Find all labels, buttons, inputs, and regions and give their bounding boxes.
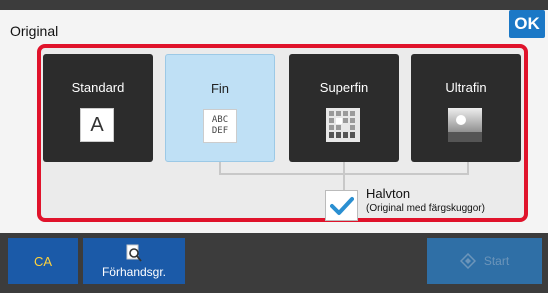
halftone-sublabel: (Original med färgskuggor): [366, 203, 485, 214]
image-grayscale-icon: [448, 108, 482, 142]
preview-label: Förhandsgr.: [101, 265, 167, 279]
connector-line: [343, 173, 345, 190]
ca-button[interactable]: CA: [8, 238, 78, 284]
letter-a-icon: A: [80, 108, 114, 142]
option-superfin[interactable]: Superfin: [289, 54, 399, 162]
option-label: Superfin: [319, 80, 369, 95]
checkmark-icon: [329, 196, 354, 215]
image-grid-icon: [326, 108, 360, 142]
preview-magnifier-icon: [126, 244, 142, 262]
option-label: Fin: [210, 81, 230, 96]
ok-button[interactable]: OK: [509, 10, 545, 38]
icon-text-line: ABC: [211, 115, 229, 125]
option-fin[interactable]: Fin ABC DEF: [165, 54, 275, 162]
start-label: Start: [483, 254, 510, 268]
start-icon: [459, 253, 476, 269]
start-button[interactable]: Start: [427, 238, 542, 284]
option-ultrafin[interactable]: Ultrafin: [411, 54, 521, 162]
halftone-label: Halvton: [366, 186, 411, 201]
preview-button[interactable]: Förhandsgr.: [83, 238, 185, 284]
page-title: Original: [10, 23, 59, 39]
option-standard[interactable]: Standard A: [43, 54, 153, 162]
halftone-checkbox[interactable]: [325, 190, 358, 221]
option-label: Standard: [71, 80, 125, 95]
option-label: Ultrafin: [445, 80, 487, 95]
abc-def-icon: ABC DEF: [203, 109, 237, 143]
icon-text-line: DEF: [211, 126, 229, 136]
